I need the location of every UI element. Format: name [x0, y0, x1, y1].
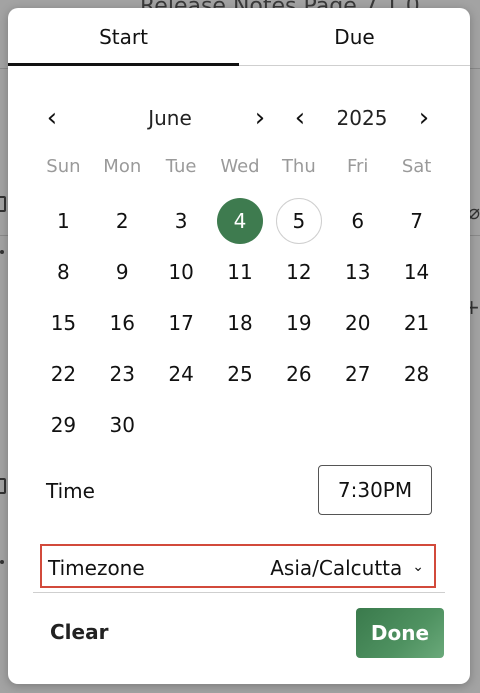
timezone-row: Timezone Asia/Calcutta ⌄ [40, 544, 436, 588]
background-checkbox [0, 478, 6, 494]
tab-start[interactable]: Start [8, 8, 239, 66]
prev-year-button[interactable]: ‹ [288, 101, 312, 135]
timezone-label: Timezone [48, 556, 145, 580]
weekday-mon: Mon [103, 156, 142, 177]
weekday-fri: Fri [346, 156, 369, 177]
day-11[interactable]: 11 [211, 246, 270, 297]
month-label: June [148, 106, 192, 130]
timezone-select[interactable]: Asia/Calcutta ⌄ [270, 556, 424, 580]
day-3[interactable]: 3 [152, 195, 211, 246]
year-label: 2025 [336, 106, 388, 130]
weekday-sat: Sat [401, 156, 432, 177]
day-9[interactable]: 9 [93, 246, 152, 297]
chevron-left-icon: ‹ [294, 103, 306, 133]
day-16[interactable]: 16 [93, 297, 152, 348]
day-24[interactable]: 24 [152, 348, 211, 399]
chevron-right-icon: › [418, 103, 430, 133]
timezone-value: Asia/Calcutta [270, 556, 403, 580]
weekday-tue: Tue [165, 156, 197, 177]
day-7[interactable]: 7 [387, 195, 446, 246]
date-tabs: Start Due [8, 8, 470, 66]
day-29[interactable]: 29 [34, 399, 93, 450]
day-12[interactable]: 12 [269, 246, 328, 297]
day-14[interactable]: 14 [387, 246, 446, 297]
chevron-left-icon: ‹ [46, 103, 58, 133]
calendar-days: 1 2 3 4 5 6 7 8 9 10 11 12 13 14 15 16 1… [34, 195, 446, 450]
day-10[interactable]: 10 [152, 246, 211, 297]
time-input[interactable]: 7:30PM [318, 465, 432, 515]
chevron-right-icon: › [254, 103, 266, 133]
calendar-navigation: ‹ June › ‹ 2025 › [8, 101, 470, 135]
day-17[interactable]: 17 [152, 297, 211, 348]
day-20[interactable]: 20 [328, 297, 387, 348]
background-bullet [0, 250, 4, 254]
day-1[interactable]: 1 [34, 195, 93, 246]
chevron-down-icon: ⌄ [412, 559, 424, 575]
next-month-button[interactable]: › [248, 101, 272, 135]
day-19[interactable]: 19 [269, 297, 328, 348]
day-21[interactable]: 21 [387, 297, 446, 348]
day-25[interactable]: 25 [211, 348, 270, 399]
day-28[interactable]: 28 [387, 348, 446, 399]
day-4-selected[interactable]: 4 [211, 195, 270, 246]
date-picker-popup: Start Due ‹ June › ‹ 2025 › Sun Mon Tue … [8, 8, 470, 684]
done-button[interactable]: Done [356, 608, 444, 658]
day-13[interactable]: 13 [328, 246, 387, 297]
weekday-wed: Wed [220, 156, 260, 177]
day-22[interactable]: 22 [34, 348, 93, 399]
background-checkbox [0, 196, 6, 212]
weekday-header: Sun Mon Tue Wed Thu Fri Sat [34, 156, 446, 177]
day-30[interactable]: 30 [93, 399, 152, 450]
day-23[interactable]: 23 [93, 348, 152, 399]
day-2[interactable]: 2 [93, 195, 152, 246]
day-5-today[interactable]: 5 [269, 195, 328, 246]
next-year-button[interactable]: › [412, 101, 436, 135]
clear-button[interactable]: Clear [50, 620, 108, 644]
weekday-sun: Sun [46, 156, 81, 177]
time-label: Time [46, 479, 95, 503]
footer-divider [33, 592, 445, 593]
time-row: Time 7:30PM [46, 465, 432, 517]
prev-month-button[interactable]: ‹ [40, 101, 64, 135]
tab-due[interactable]: Due [239, 8, 470, 65]
day-15[interactable]: 15 [34, 297, 93, 348]
day-26[interactable]: 26 [269, 348, 328, 399]
day-18[interactable]: 18 [211, 297, 270, 348]
day-27[interactable]: 27 [328, 348, 387, 399]
weekday-thu: Thu [281, 156, 316, 177]
day-6[interactable]: 6 [328, 195, 387, 246]
day-8[interactable]: 8 [34, 246, 93, 297]
background-bullet [0, 560, 4, 564]
